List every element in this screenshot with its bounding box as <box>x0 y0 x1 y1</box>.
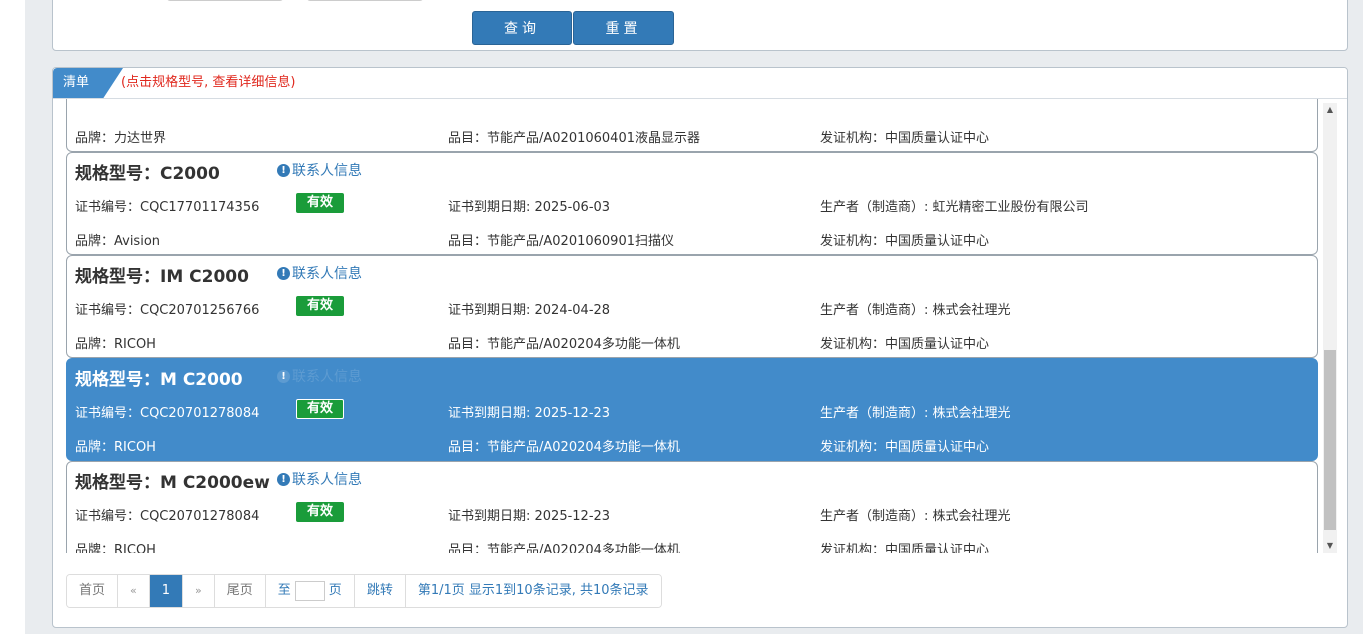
category-text: 品目：节能产品/A020204多功能一体机 <box>448 440 680 455</box>
cert-number-text: 证书编号：CQC20701256766 <box>75 303 260 318</box>
info-icon: ! <box>277 369 290 383</box>
brand-text: 品牌：力达世界 <box>75 131 167 146</box>
brand-text: 品牌：Avision <box>75 234 161 249</box>
result-card[interactable]: 规格型号：C2000 ! 联系人信息 证书编号：CQC17701174356 有效… <box>66 152 1318 255</box>
query-button[interactable]: 查询 <box>472 11 572 45</box>
scroll-thumb[interactable] <box>1324 350 1336 530</box>
jump-button[interactable]: 跳转 <box>354 575 406 607</box>
result-card[interactable]: 规格型号：M C2000ew ! 联系人信息 证书编号：CQC2070127808… <box>66 461 1318 553</box>
result-card-selected[interactable]: 规格型号：M C2000 ! 联系人信息 证书编号：CQC20701278084 … <box>66 358 1318 461</box>
model-link[interactable]: 规格型号：M C2000ew <box>75 468 270 493</box>
manufacturer-text: 生产者（制造商）: 株式会社理光 <box>820 303 1011 318</box>
issuer-text: 发证机构：中国质量认证中心 <box>820 337 990 352</box>
result-card[interactable]: 规格型号：IM C2000 ! 联系人信息 证书编号：CQC20701256766… <box>66 255 1318 358</box>
info-icon: ! <box>277 163 290 177</box>
list-tab: 清单 <box>53 68 123 98</box>
cert-number-text: 证书编号：CQC20701278084 <box>75 406 260 421</box>
issuer-text: 发证机构：中国质量认证中心 <box>820 440 990 455</box>
manufacturer-text: 生产者（制造商）: 虹光精密工业股份有限公司 <box>820 200 1089 215</box>
category-text: 品目：节能产品/A0201060901扫描仪 <box>448 234 674 249</box>
info-icon: ! <box>277 266 290 280</box>
search-panel: 查询 重置 <box>52 0 1348 51</box>
model-link[interactable]: 规格型号：C2000 <box>75 159 220 184</box>
category-text: 品目：节能产品/A020204多功能一体机 <box>448 543 680 553</box>
prev-page-button[interactable]: « <box>118 575 150 607</box>
expiry-text: 证书到期日期: 2025-12-23 <box>448 509 611 524</box>
manufacturer-text: 生产者（制造商）: 株式会社理光 <box>820 509 1011 524</box>
page-1-button[interactable]: 1 <box>149 575 184 607</box>
status-badge: 有效 <box>296 193 344 213</box>
status-badge: 有效 <box>296 399 344 419</box>
list-panel: 清单 (点击规格型号, 查看详细信息) 品牌：力达世界 品目：节能产品/A020… <box>52 67 1348 628</box>
model-link[interactable]: 规格型号：M C2000 <box>75 365 243 390</box>
category-text: 品目：节能产品/A020204多功能一体机 <box>448 337 680 352</box>
contact-info-label: 联系人信息 <box>292 369 362 385</box>
contact-info-link[interactable]: ! 联系人信息 <box>277 366 362 386</box>
expiry-text: 证书到期日期: 2025-12-23 <box>448 406 611 421</box>
issuer-text: 发证机构：中国质量认证中心 <box>820 543 990 553</box>
page-summary: 第1/1页 显示1到10条记录, 共10条记录 <box>405 575 661 607</box>
info-icon: ! <box>277 472 290 486</box>
contact-info-link[interactable]: ! 联系人信息 <box>277 160 362 180</box>
goto-prefix: 至 <box>277 583 291 598</box>
contact-info-label: 联系人信息 <box>292 163 362 179</box>
status-badge: 有效 <box>296 502 344 522</box>
manufacturer-text: 生产者（制造商）: 株式会社理光 <box>820 406 1011 421</box>
result-card-partial[interactable]: 品牌：力达世界 品目：节能产品/A0201060401液晶显示器 发证机构：中国… <box>66 99 1318 152</box>
list-header: 清单 (点击规格型号, 查看详细信息) <box>53 68 1347 99</box>
expiry-text: 证书到期日期: 2025-06-03 <box>448 200 611 215</box>
goto-suffix: 页 <box>328 583 342 598</box>
brand-text: 品牌：RICOH <box>75 440 156 455</box>
reset-button[interactable]: 重置 <box>573 11 674 45</box>
scroll-down-icon[interactable]: ▼ <box>1323 539 1337 553</box>
pagination: 首页 « 1 » 尾页 至页 跳转 第1/1页 显示1到10条记录, 共10条记… <box>66 574 662 608</box>
goto-page-group: 至页 <box>265 575 355 607</box>
contact-info-link[interactable]: ! 联系人信息 <box>277 469 362 489</box>
first-page-button[interactable]: 首页 <box>67 575 119 607</box>
contact-info-link[interactable]: ! 联系人信息 <box>277 263 362 283</box>
cert-number-text: 证书编号：CQC20701278084 <box>75 509 260 524</box>
model-link[interactable]: 规格型号：IM C2000 <box>75 262 249 287</box>
contact-info-label: 联系人信息 <box>292 266 362 282</box>
status-badge: 有效 <box>296 296 344 316</box>
brand-text: 品牌：RICOH <box>75 337 156 352</box>
cert-number-text: 证书编号：CQC17701174356 <box>75 200 260 215</box>
search-field-2[interactable] <box>307 0 423 1</box>
result-list[interactable]: 品牌：力达世界 品目：节能产品/A0201060401液晶显示器 发证机构：中国… <box>66 99 1318 553</box>
issuer-text: 发证机构：中国质量认证中心 <box>820 234 990 249</box>
issuer-text: 发证机构：中国质量认证中心 <box>820 131 990 146</box>
brand-text: 品牌：RICOH <box>75 543 156 553</box>
contact-info-label: 联系人信息 <box>292 472 362 488</box>
next-page-button[interactable]: » <box>183 575 215 607</box>
goto-page-input[interactable] <box>294 580 325 601</box>
list-scrollbar[interactable]: ▲ ▼ <box>1323 103 1337 553</box>
last-page-button[interactable]: 尾页 <box>214 575 266 607</box>
category-text: 品目：节能产品/A0201060401液晶显示器 <box>448 131 700 146</box>
scroll-up-icon[interactable]: ▲ <box>1323 103 1337 117</box>
list-hint: (点击规格型号, 查看详细信息) <box>121 75 296 90</box>
expiry-text: 证书到期日期: 2024-04-28 <box>448 303 611 318</box>
search-field-1[interactable] <box>167 0 283 1</box>
